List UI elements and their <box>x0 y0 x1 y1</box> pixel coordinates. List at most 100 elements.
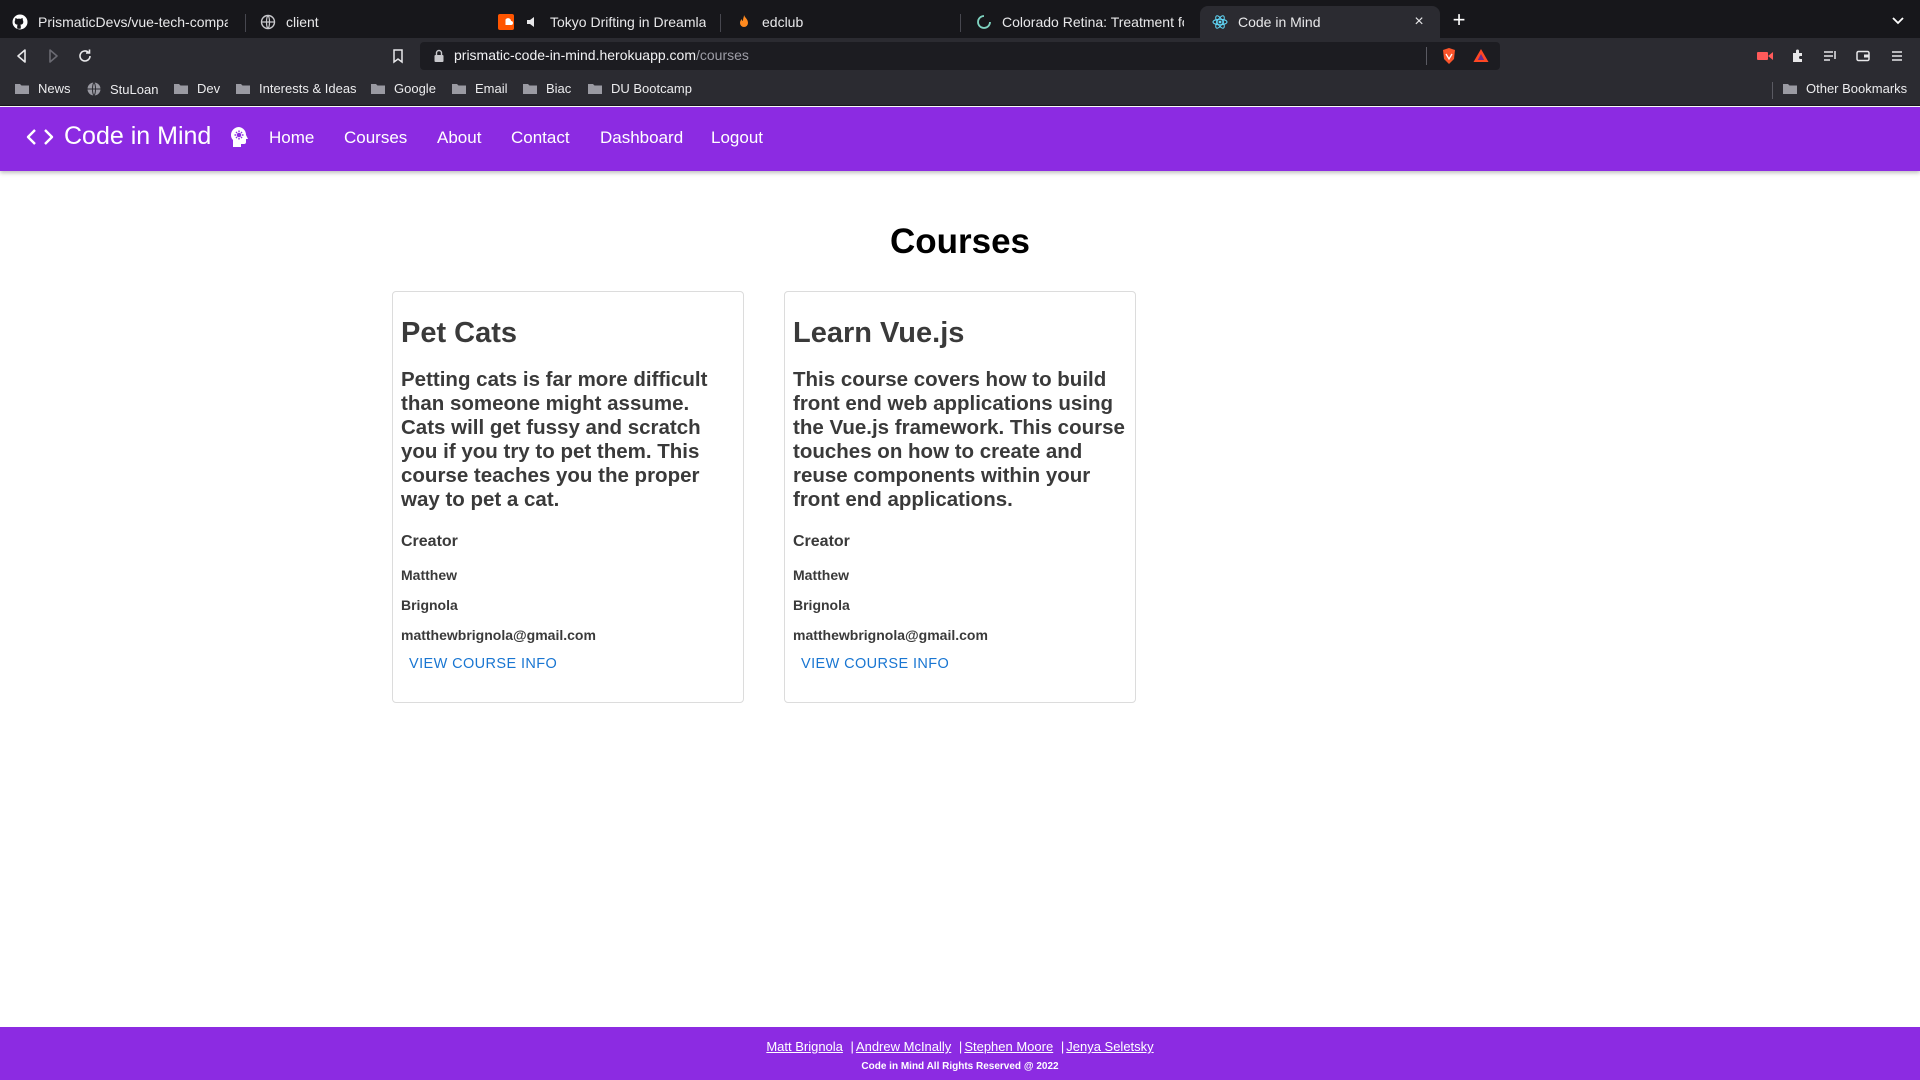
bookmark-label: StuLoan <box>110 81 159 97</box>
folder-icon <box>588 84 602 94</box>
tab-divider <box>960 14 961 32</box>
url-path: /courses <box>696 47 749 63</box>
url-host: prismatic-code-in-mind.herokuapp.com <box>454 47 696 63</box>
forward-icon[interactable] <box>43 46 63 66</box>
bookmark-dev[interactable]: Dev <box>173 81 220 96</box>
browser-tab[interactable]: PrismaticDevs/vue-tech-company <box>0 6 240 38</box>
footer-separator: | <box>958 1039 963 1054</box>
playlist-icon[interactable] <box>1820 46 1840 66</box>
creator-first-name: Matthew <box>793 567 849 583</box>
footer-author-link[interactable]: Matt Brignola <box>766 1039 843 1054</box>
bookmark-label: News <box>38 81 71 96</box>
folder-icon <box>371 84 385 94</box>
course-description: This course covers how to build front en… <box>793 368 1125 511</box>
bookmark-label: Dev <box>197 81 221 96</box>
chevron-down-icon[interactable] <box>1890 12 1906 28</box>
creator-last-name: Brignola <box>793 597 850 613</box>
url-text[interactable]: prismatic-code-in-mind.herokuapp.com/cou… <box>454 47 749 63</box>
flame-icon <box>736 14 752 30</box>
tab-title: edclub <box>762 14 804 30</box>
creator-label: Creator <box>401 533 458 550</box>
bookmark-label: Email <box>475 81 508 96</box>
bookmark-interests[interactable]: Interests & Ideas <box>235 81 357 96</box>
reload-icon[interactable] <box>75 46 95 66</box>
creator-email: matthewbrignola@gmail.com <box>793 627 988 643</box>
tab-divider <box>245 14 246 32</box>
course-card: Pet Cats Petting cats is far more diffic… <box>392 291 744 703</box>
bookmark-label: Interests & Ideas <box>259 81 357 96</box>
nav-about[interactable]: About <box>437 128 481 148</box>
brand[interactable]: Code in Mind <box>26 122 251 151</box>
footer-authors: Matt Brignola | Andrew McInally | Stephen … <box>0 1039 1920 1054</box>
footer-author-link[interactable]: Jenya Seletsky <box>1066 1039 1153 1054</box>
extensions-icon[interactable] <box>1788 46 1808 66</box>
browser-toolbar: prismatic-code-in-mind.herokuapp.com/cou… <box>0 38 1920 74</box>
back-icon[interactable] <box>12 46 32 66</box>
bookmark-stuloan[interactable]: StuLoan <box>86 81 158 97</box>
bookmark-icon[interactable] <box>388 46 408 66</box>
bookmarks-divider <box>1772 82 1773 99</box>
browser-tab[interactable]: Tokyo Drifting in Dreamland (+ B <box>486 6 718 38</box>
footer-separator: | <box>850 1039 854 1054</box>
browser-tab-active[interactable]: Code in Mind × <box>1200 6 1440 38</box>
soundcloud-icon <box>498 14 514 30</box>
bookmark-google[interactable]: Google <box>370 81 436 96</box>
view-course-info-button[interactable]: VIEW COURSE INFO <box>793 650 957 678</box>
app-navbar: Code in Mind Home Courses About Contact … <box>0 107 1920 171</box>
tab-title: PrismaticDevs/vue-tech-company <box>38 14 228 30</box>
footer-author-link[interactable]: Stephen Moore <box>964 1039 1053 1054</box>
bookmarks-bar: News StuLoan Dev Interests & Ideas Googl… <box>0 74 1920 106</box>
close-icon[interactable]: × <box>1410 13 1428 31</box>
code-icon <box>26 128 54 145</box>
speaker-icon[interactable] <box>524 14 540 30</box>
tab-title: Tokyo Drifting in Dreamland (+ B <box>550 14 706 30</box>
lock-icon[interactable] <box>432 49 446 63</box>
other-bookmarks-label: Other Bookmarks <box>1806 81 1908 96</box>
wallet-icon[interactable] <box>1853 46 1873 66</box>
course-title: Learn Vue.js <box>793 317 965 349</box>
nav-home[interactable]: Home <box>269 128 314 148</box>
footer: Matt Brignola | Andrew McInally | Stephen … <box>0 1027 1920 1080</box>
globe-icon <box>87 82 101 96</box>
nav-dashboard[interactable]: Dashboard <box>600 128 683 148</box>
media-icon[interactable] <box>1755 46 1775 66</box>
new-tab-button[interactable]: + <box>1448 9 1470 32</box>
globe-icon <box>260 14 276 30</box>
tab-divider <box>720 14 721 32</box>
other-bookmarks[interactable]: Other Bookmarks <box>1782 81 1907 96</box>
creator-label: Creator <box>793 533 850 550</box>
nav-courses[interactable]: Courses <box>344 128 407 148</box>
view-course-info-button[interactable]: VIEW COURSE INFO <box>401 650 565 678</box>
footer-copyright: Code in Mind All Rights Reserved @ 2022 <box>861 1061 1059 1072</box>
creator-last-name: Brignola <box>401 597 458 613</box>
brave-shield-icon[interactable] <box>1440 47 1458 65</box>
footer-author-link[interactable]: Andrew McInally <box>856 1039 951 1054</box>
folder-icon <box>452 84 466 94</box>
address-bar[interactable]: prismatic-code-in-mind.herokuapp.com/cou… <box>420 42 1500 70</box>
browser-tab[interactable]: client <box>248 6 480 38</box>
folder-icon <box>236 84 250 94</box>
folder-icon <box>15 84 29 94</box>
head-gear-icon <box>231 126 249 147</box>
github-icon <box>12 14 28 30</box>
loading-icon <box>976 14 992 30</box>
browser-tab[interactable]: Colorado Retina: Treatment for Vitre <box>964 6 1196 38</box>
bookmark-du-bootcamp[interactable]: DU Bootcamp <box>587 81 692 96</box>
folder-icon <box>174 84 188 94</box>
bookmark-biac[interactable]: Biac <box>522 81 571 96</box>
nav-contact[interactable]: Contact <box>511 128 570 148</box>
nav-logout[interactable]: Logout <box>711 128 763 148</box>
creator-email: matthewbrignola@gmail.com <box>401 627 596 643</box>
url-divider <box>1426 47 1427 65</box>
menu-icon[interactable] <box>1887 46 1907 66</box>
folder-icon <box>1783 84 1797 94</box>
course-card: Learn Vue.js This course covers how to b… <box>784 291 1136 703</box>
browser-tab-bar: PrismaticDevs/vue-tech-company client To… <box>0 0 1920 38</box>
bookmark-label: Google <box>394 81 436 96</box>
creator-first-name: Matthew <box>401 567 457 583</box>
bookmark-email[interactable]: Email <box>451 81 508 96</box>
bat-rewards-icon[interactable] <box>1472 47 1490 65</box>
bookmark-label: DU Bootcamp <box>611 81 692 96</box>
browser-tab[interactable]: edclub <box>724 6 960 38</box>
bookmark-news[interactable]: News <box>14 81 71 96</box>
